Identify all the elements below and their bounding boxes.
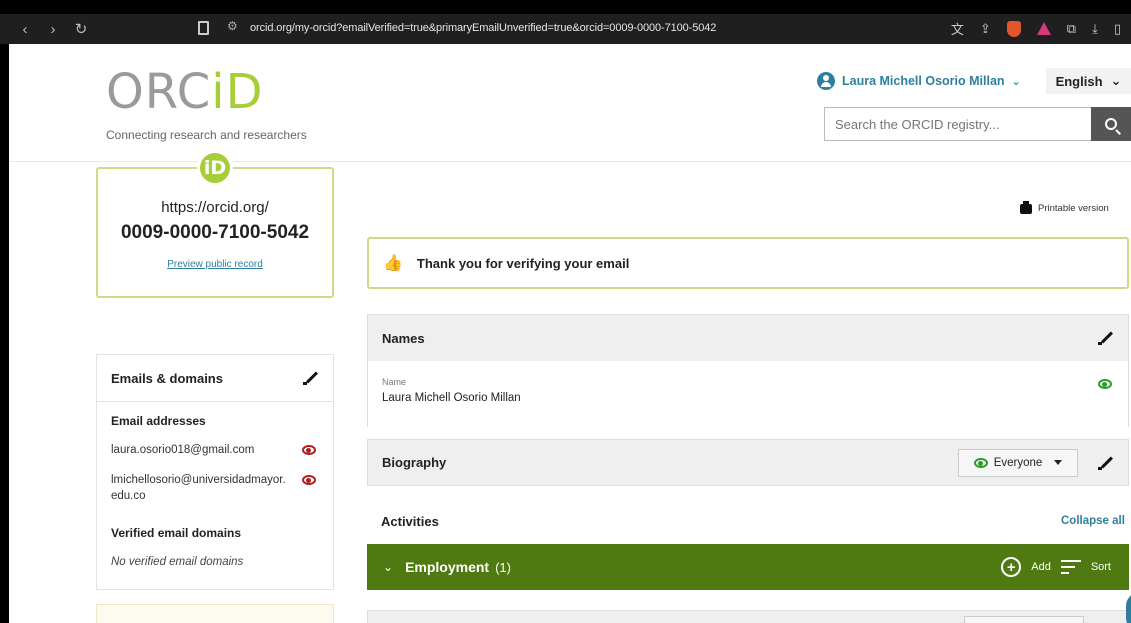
names-body: Name Laura Michell Osorio Millan [368,361,1128,427]
names-section-header: Names [368,315,1128,361]
eye-icon [973,457,988,468]
orcid-number: 0009-0000-7100-5042 [120,222,310,243]
registry-search-input[interactable] [824,107,1092,141]
notice-text: Thank you for verifying your email [416,255,630,271]
language-label: English [1055,73,1103,89]
collapse-all-link[interactable]: Collapse all [1061,515,1125,527]
sidebar-icon[interactable]: ▯ [1114,21,1121,37]
sort-icon[interactable] [1060,560,1081,574]
employment-section-header[interactable]: ⌄ Employment (1) + Add Sort [367,544,1129,590]
search-icon [1105,118,1117,130]
preview-public-record-link[interactable]: Preview public record [98,259,332,270]
chevron-down-icon: ⌄ [383,560,394,574]
email-item: laura.osorio018@gmail.com [111,444,255,456]
user-menu[interactable]: Laura Michell Osorio Millan ⌄ [817,72,1021,90]
add-employment-button[interactable]: Add [1031,561,1051,573]
printable-version-link[interactable]: Printable version [1020,200,1109,214]
orcid-id-icon: iD [197,150,233,186]
edit-emails-pencil-icon[interactable] [303,370,319,386]
printable-label: Printable version [1038,203,1109,214]
orcid-id-card: https://orcid.org/ 0009-0000-7100-5042 P… [96,167,334,298]
logo-text: ORC [106,64,212,120]
site-settings-icon[interactable]: ⚙ [227,19,238,33]
visibility-private-eye-icon[interactable] [302,475,316,485]
next-side-card [96,604,334,623]
sort-button[interactable]: Sort [1091,561,1111,573]
visibility-dropdown[interactable]: Everyone [958,448,1078,477]
bookmark-icon[interactable] [198,21,209,35]
visibility-private-eye-icon[interactable] [302,445,316,455]
emails-domains-card: Emails & domains Email addresses laura.o… [96,354,334,590]
orcid-page: ORCiD Connecting research and researcher… [9,44,1131,623]
email-verified-notice: 👍 Thank you for verifying your email [367,237,1129,289]
add-circle-icon[interactable]: + [1001,557,1022,577]
item-visibility-dropdown[interactable] [964,616,1084,623]
reload-icon[interactable]: ↻ [74,20,88,38]
user-avatar-icon [817,72,835,90]
visibility-label: Everyone [993,456,1043,469]
tagline: Connecting research and researchers [106,128,307,142]
logo-id-text: iD [211,64,264,120]
search-button[interactable] [1091,107,1131,141]
edit-biography-pencil-icon[interactable] [1098,455,1114,471]
brave-shield-icon[interactable] [1006,20,1021,37]
verified-domains-label: Verified email domains [111,526,242,540]
email-addresses-label: Email addresses [111,414,206,428]
biography-title: Biography [382,455,447,470]
names-section: Names Name Laura Michell Osorio Millan [367,314,1129,427]
window-edge [0,44,9,623]
caret-down-icon [1054,460,1063,465]
thumbs-up-icon: 👍 [383,255,403,272]
help-chat-icon[interactable] [1126,592,1131,623]
rewards-icon[interactable] [1036,22,1051,35]
biography-section: Biography Everyone [367,439,1129,486]
download-icon[interactable]: ⤓ [1092,21,1098,37]
printer-icon [1020,200,1032,214]
name-value: Laura Michell Osorio Millan [382,392,521,404]
share-icon[interactable]: ⇪ [980,21,991,37]
user-name: Laura Michell Osorio Millan [842,74,1005,88]
employment-title: Employment [405,559,490,575]
edit-names-pencil-icon[interactable] [1098,330,1114,346]
employment-count: (1) [495,559,511,575]
address-bar[interactable]: orcid.org/my-orcid?emailVerified=true&pr… [250,22,716,34]
forward-icon[interactable]: › [46,21,60,38]
orcid-logo[interactable]: ORCiD [106,64,264,120]
chevron-down-icon: ⌄ [1110,73,1122,88]
translate-icon[interactable]: 文 [951,19,964,38]
emails-card-header: Emails & domains [97,355,333,402]
orcid-url-prefix: https://orcid.org/ [161,199,269,216]
browser-toolbar: ‹ › ↻ ⚙ orcid.org/my-orcid?emailVerified… [0,14,1131,44]
emails-card-title: Emails & domains [111,370,223,386]
email-item: lmichellosorio@universidadmayor.edu.co [111,474,286,502]
language-selector[interactable]: English ⌄ [1046,68,1131,94]
employment-item-row [367,610,1129,623]
site-header: ORCiD Connecting research and researcher… [9,44,1131,162]
activities-heading: Activities [381,514,439,529]
extensions-icon[interactable]: ⧉ [1067,21,1076,37]
back-icon[interactable]: ‹ [18,21,32,38]
name-field-label: Name [382,377,407,387]
chevron-down-icon: ⌄ [1011,75,1021,88]
biography-section-header: Biography Everyone [368,440,1128,485]
names-title: Names [382,330,425,346]
visibility-public-eye-icon[interactable] [1098,379,1112,389]
no-domains-text: No verified email domains [111,556,244,568]
